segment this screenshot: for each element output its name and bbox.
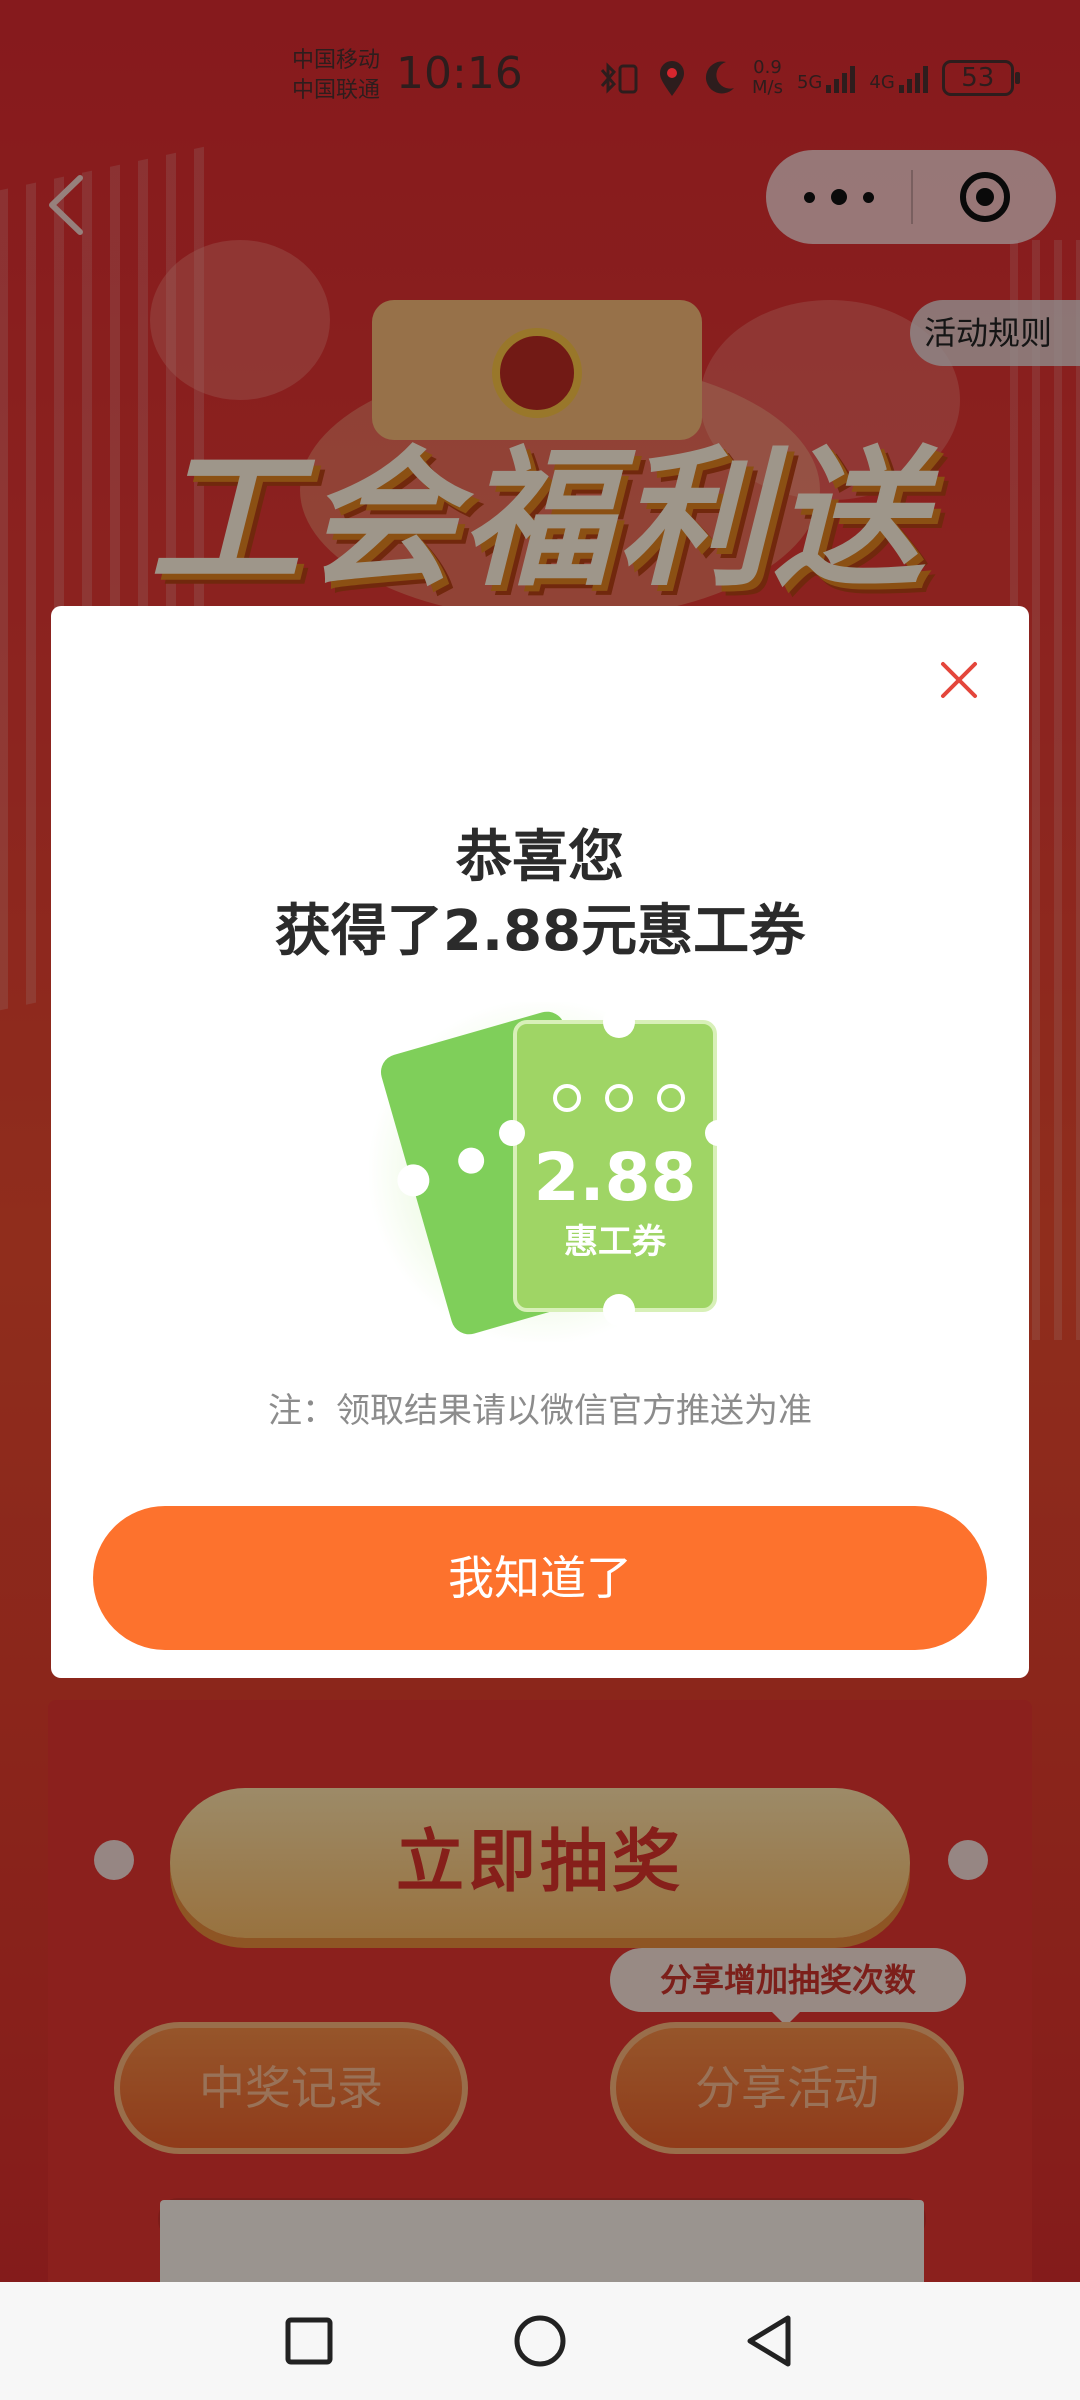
status-bar: 中国移动 中国联通 10:16 0.9 M/s 5G 4G 53: [0, 0, 1080, 150]
got-it-button[interactable]: 我知道了: [93, 1506, 987, 1650]
ticket-holes: [553, 1084, 685, 1112]
signal-4g-label: 4G: [869, 72, 895, 93]
signal-bars-icon: [826, 63, 856, 93]
moon-icon: [705, 61, 734, 94]
signal-5g: 5G: [796, 63, 856, 93]
close-dialog-button[interactable]: [935, 656, 983, 704]
dialog-title: 恭喜您: [456, 825, 624, 890]
system-nav-bar: [0, 2282, 1080, 2400]
coupon-illustration: 2.88 惠工券: [351, 992, 731, 1352]
reward-dialog: 恭喜您 获得了2.88元惠工券 2.88 惠工券 注：领取结果请以微信官方推送为…: [51, 606, 1029, 1678]
triangle-back-icon: [747, 2315, 791, 2367]
coupon-ticket: 2.88 惠工券: [499, 1006, 731, 1326]
nav-back-button[interactable]: [736, 2306, 806, 2376]
location-icon: [660, 61, 684, 96]
carrier-1: 中国移动: [292, 48, 381, 73]
speed-unit: M/s: [752, 77, 783, 98]
carrier-2: 中国联通: [292, 78, 381, 103]
coupon-label: 惠工券: [564, 1222, 666, 1262]
signal-4g: 4G: [869, 63, 928, 93]
battery-icon: 53: [941, 60, 1020, 96]
nav-recent-button[interactable]: [274, 2306, 344, 2376]
status-icons: 0.9 M/s 5G 4G 53: [596, 56, 1020, 100]
dialog-subtitle: 获得了2.88元惠工券: [274, 899, 806, 964]
nav-home-button[interactable]: [505, 2306, 575, 2376]
signal-5g-label: 5G: [796, 72, 823, 93]
ticket-hole: [455, 1144, 488, 1177]
carrier-names: 中国移动 中国联通: [292, 46, 380, 106]
ticket-notch: [603, 1006, 635, 1038]
dialog-note: 注：领取结果请以微信官方推送为准: [268, 1391, 812, 1431]
close-icon: [941, 662, 977, 698]
signal-bars-icon: [898, 63, 928, 93]
network-speed: 0.9 M/s: [752, 58, 783, 98]
coupon-value: 2.88: [533, 1139, 697, 1216]
ticket-notch: [603, 1294, 635, 1326]
square-icon: [285, 2317, 333, 2365]
circle-icon: [514, 2315, 566, 2367]
bluetooth-vibrate-icon: [600, 62, 638, 94]
clock: 10:16: [396, 48, 523, 99]
speed-value: 0.9: [753, 57, 782, 78]
